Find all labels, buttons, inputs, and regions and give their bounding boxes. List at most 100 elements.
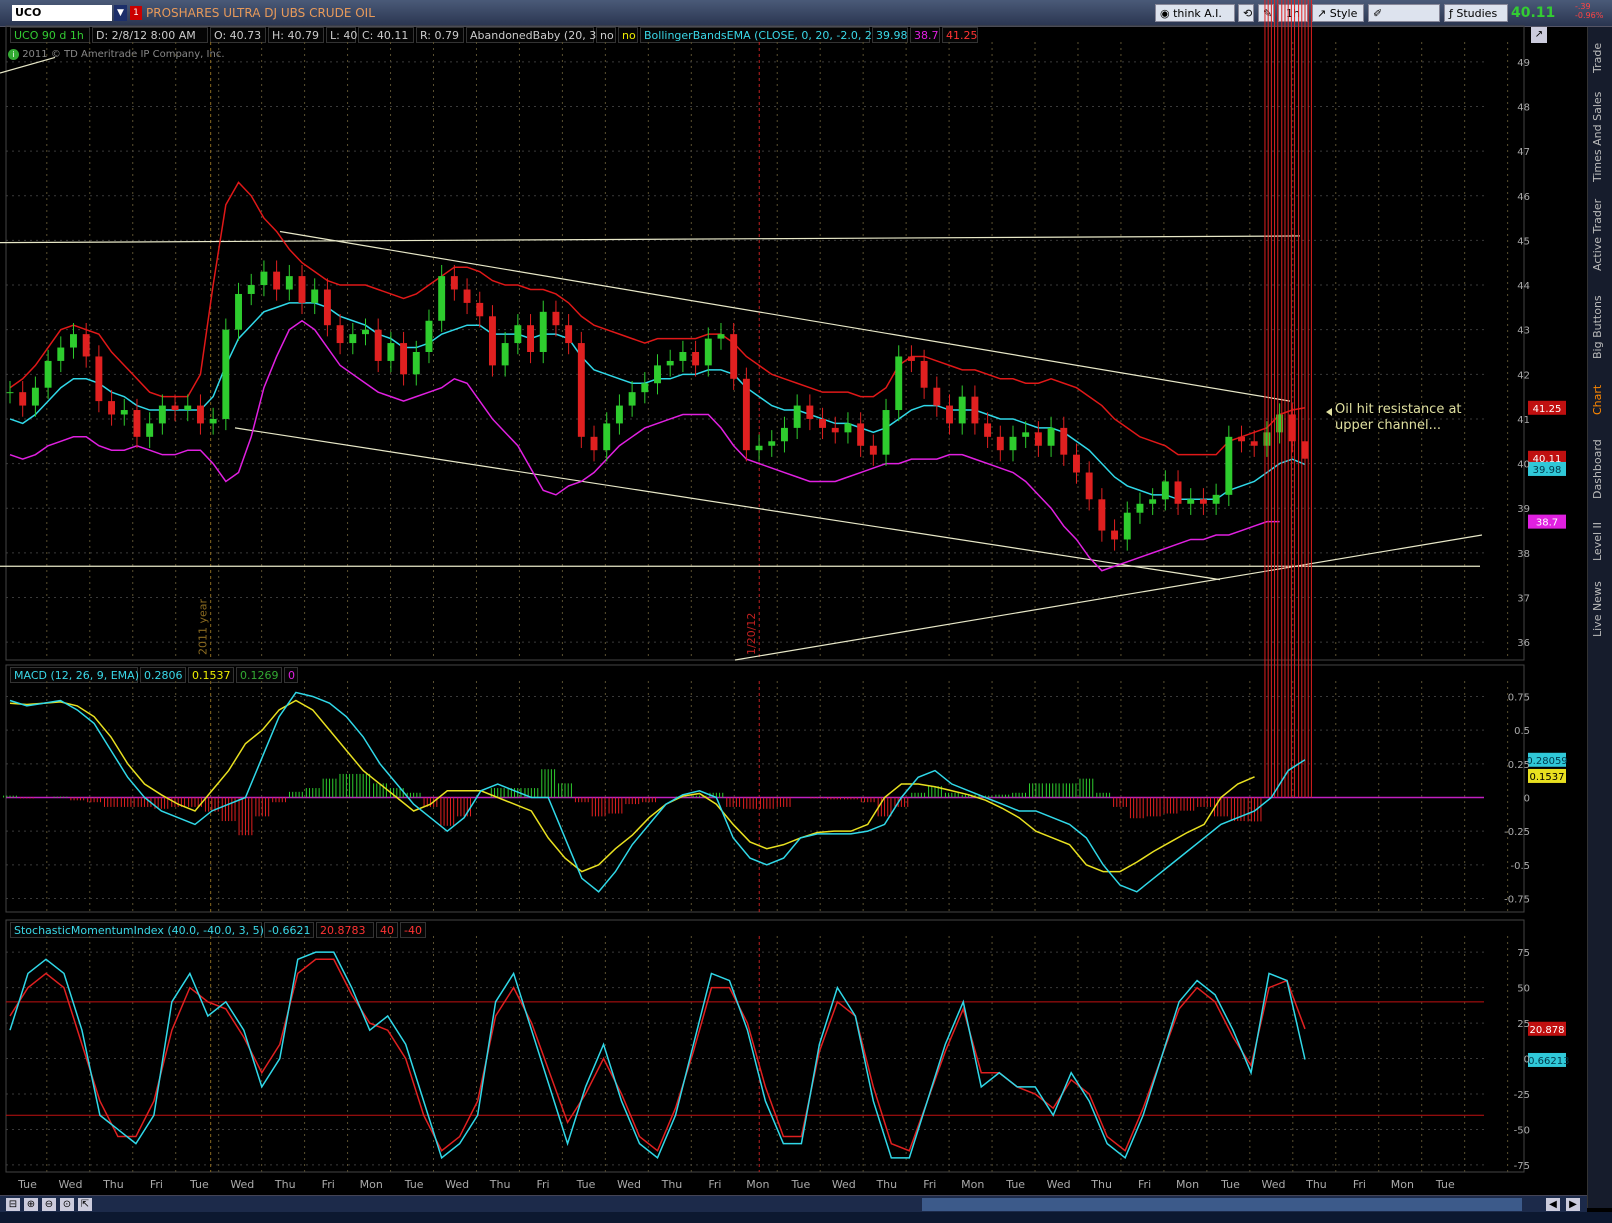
candle-body: [946, 405, 953, 424]
candle-body: [895, 356, 903, 411]
sidebar-tab-chart[interactable]: Chart: [1591, 375, 1609, 425]
smi-tick-label: -75: [1514, 1161, 1530, 1172]
x-day-label: Tue: [17, 1178, 37, 1191]
macd-frame: [5, 664, 1525, 913]
candle-body: [70, 334, 77, 348]
price-tick-label: 46: [1517, 192, 1530, 203]
bollinger-upper-line: [9, 181, 1306, 456]
candle-body: [311, 289, 319, 303]
x-day-label: Thu: [661, 1178, 683, 1191]
x-day-label: Thu: [489, 1178, 511, 1191]
zoom-in-icon[interactable]: ⊕: [24, 1198, 38, 1211]
candle-body: [514, 325, 522, 344]
candle-body: [768, 441, 776, 446]
candle-body: [1174, 481, 1182, 504]
scroll-right-icon[interactable]: ▶: [1566, 1198, 1580, 1211]
smi-tick-label: 50: [1517, 984, 1530, 995]
macd-tick-label: 0.25: [1508, 760, 1530, 771]
chart-canvas[interactable]: 2011 year 1/20/12 Oil hit resistance at up…: [0, 0, 1587, 1195]
y-axes: 49 48 47 46 45 44 43 42 41 40 39 38 37 36 0.75 0.5 0.25 0…: [1504, 58, 1530, 1172]
smi-tick-label: 25: [1517, 1019, 1530, 1030]
candle-body: [171, 405, 179, 411]
macd-avg-label: 0.1537: [1530, 772, 1565, 783]
x-day-label: Wed: [1047, 1178, 1071, 1191]
candle-body: [184, 405, 192, 411]
candle-body: [273, 271, 281, 290]
candle-body: [869, 445, 877, 455]
sidebar-tab-big-buttons[interactable]: Big Buttons: [1591, 283, 1609, 371]
candle-body: [1022, 432, 1030, 437]
collapse-icon[interactable]: ⊟: [6, 1198, 20, 1211]
candle-body: [158, 405, 166, 424]
time-scrollbar[interactable]: [922, 1198, 1522, 1211]
x-day-label: Tue: [1005, 1178, 1025, 1191]
candle-body: [1187, 499, 1195, 504]
trend-line: [0, 235, 1301, 244]
zoom-reset-icon[interactable]: ⊙: [60, 1198, 74, 1211]
sidebar-tab-dashboard[interactable]: Dashboard: [1591, 429, 1609, 509]
x-day-label: Fri: [923, 1178, 936, 1191]
x-day-label: Wed: [1261, 1178, 1285, 1191]
price-frame: [5, 25, 1525, 661]
candle-body: [603, 423, 611, 451]
candle-body: [412, 352, 420, 375]
price-tick-label: 47: [1517, 147, 1530, 158]
bottom-bar: ⊟ ⊕ ⊖ ⊙ ⇱ ◀ ▶: [0, 1195, 1587, 1213]
cursor-icon[interactable]: ⇱: [78, 1198, 92, 1211]
sidebar-tab-live-news[interactable]: Live News: [1591, 573, 1609, 645]
sidebar-tab-trade[interactable]: Trade: [1591, 33, 1609, 83]
x-day-label: Tue: [790, 1178, 810, 1191]
candle-body: [1212, 494, 1220, 504]
x-day-label: Wed: [445, 1178, 469, 1191]
scroll-left-icon[interactable]: ◀: [1546, 1198, 1560, 1211]
status-strip: [0, 1212, 1612, 1223]
candle-body: [844, 423, 852, 433]
x-day-label: Tue: [189, 1178, 209, 1191]
annotation-line-1: Oil hit resistance at: [1335, 402, 1462, 417]
smi-pane[interactable]: 20.878 -0.66213: [6, 951, 1569, 1160]
x-day-label: Tue: [576, 1178, 596, 1191]
price-tick-label: 41: [1517, 415, 1530, 426]
annotation-pointer: [1326, 408, 1332, 416]
x-day-label: Tue: [1435, 1178, 1455, 1191]
trend-line: [0, 56, 56, 74]
price-pane[interactable]: Oil hit resistance at upper channel... 41.…: [0, 56, 1566, 661]
sidebar-tab-level-ii[interactable]: Level II: [1591, 513, 1609, 569]
macd-pane[interactable]: 0.28059 0.1537: [3, 0, 1568, 893]
price-tick-label: 36: [1517, 638, 1530, 649]
candle-body: [552, 311, 560, 326]
x-day-label: Mon: [360, 1178, 383, 1191]
candle-body: [247, 285, 255, 294]
x-day-label: Fri: [708, 1178, 721, 1191]
candle-body: [984, 423, 992, 437]
price-tick-label: 45: [1517, 236, 1530, 247]
candle-body: [133, 410, 141, 437]
price-tick-label: 44: [1517, 281, 1530, 292]
candle-body: [666, 360, 674, 366]
bollinger-mid-line: [9, 302, 1306, 501]
candle-body: [374, 329, 382, 361]
candle-body: [806, 405, 814, 419]
x-day-label: Mon: [746, 1178, 769, 1191]
candle-body: [857, 423, 865, 446]
candle-body: [1136, 503, 1144, 513]
x-day-label: Thu: [1090, 1178, 1112, 1191]
price-tick-label: 37: [1517, 594, 1530, 605]
sidebar-tab-times-and-sales[interactable]: Times And Sales: [1591, 87, 1609, 187]
candle-body: [907, 356, 915, 361]
price-tick-label: 42: [1517, 370, 1530, 381]
candle-body: [1034, 432, 1042, 446]
candle-body: [819, 418, 827, 428]
candle-body: [971, 396, 979, 424]
macd-tick-label: -0.25: [1504, 827, 1530, 838]
candle-body: [222, 329, 230, 419]
candle-body: [1047, 427, 1055, 446]
sidebar-tab-active-trader[interactable]: Active Trader: [1591, 191, 1609, 279]
candle-body: [31, 387, 39, 406]
candle-body: [831, 427, 839, 433]
candle-body: [692, 352, 700, 366]
zoom-out-icon[interactable]: ⊖: [42, 1198, 56, 1211]
smi-tick-label: 0: [1524, 1055, 1530, 1066]
candle-body: [1238, 436, 1245, 442]
candle-body: [19, 392, 27, 406]
